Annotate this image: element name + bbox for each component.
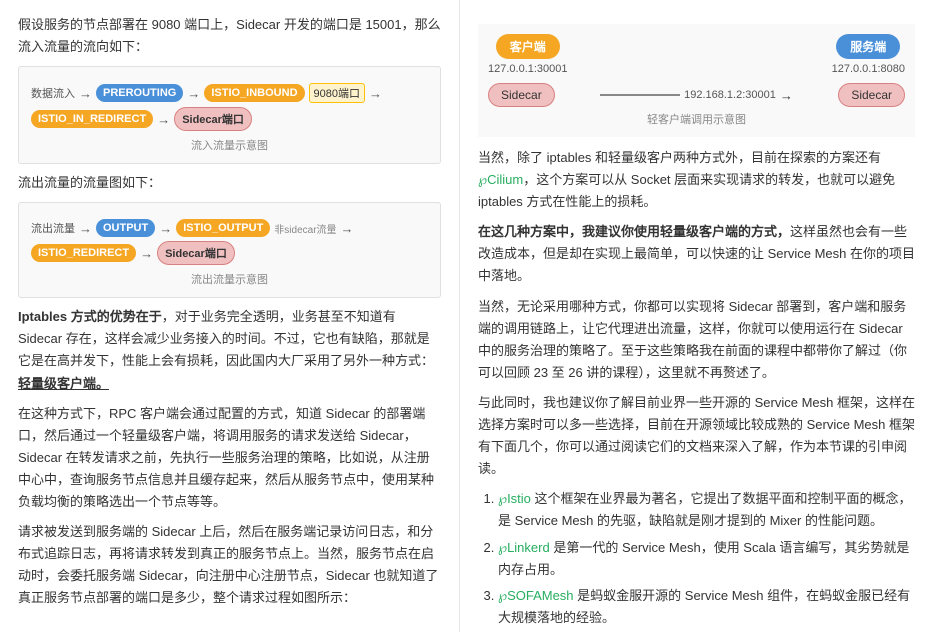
para3: 请求被发送到服务端的 Sidecar 上后，然后在服务端记录访问日志，和分布式追… (18, 521, 441, 609)
list-item-1: ℘Istio 这个框架在业界最为著名，它提出了数据平面和控制平面的概念，是 Se… (498, 488, 915, 532)
istio-inbound-box: ISTIO_INBOUND (204, 84, 304, 102)
left-panel: 假设服务的节点部署在 9080 端口上，Sidecar 开发的端口是 15001… (0, 0, 460, 632)
middle-ip: 192.168.1.2:30001 (684, 89, 776, 101)
intro-text: 假设服务的节点部署在 9080 端口上，Sidecar 开发的端口是 15001… (18, 14, 441, 58)
right-para3: 当然，无论采用哪种方式，你都可以实现将 Sidecar 部署到，客户端和服务端的… (478, 296, 915, 384)
list-item-3: ℘SOFAMesh 是蚂蚁金服开源的 Service Mesh 组件，在蚂蚁金服… (498, 585, 915, 629)
arrow7: → (341, 221, 354, 236)
outflow-diagram: 流出流量 → OUTPUT → ISTIO_OUTPUT 非sidecar流量 … (18, 202, 441, 298)
inflow-diagram: 数据流入 → PREROUTING → ISTIO_INBOUND 9080端口… (18, 66, 441, 164)
outflow-intro: 流出流量的流量图如下： (18, 172, 441, 194)
diagram-caption: 轻客户端调用示意图 (647, 111, 746, 127)
client-ip: 127.0.0.1:30001 (488, 63, 568, 75)
iptables-bold: Iptables 方式的优势在于 (18, 309, 162, 324)
linkerd-desc: 是第一代的 Service Mesh，使用 Scala 语言编写，其劣势就是内存… (498, 540, 909, 577)
server-node: 服务端 (836, 34, 900, 59)
arrow8: → (140, 246, 153, 261)
istio-desc: 这个框架在业界最为著名，它提出了数据平面和控制平面的概念，是 Service M… (498, 491, 912, 528)
prerouting-box: PREROUTING (96, 84, 183, 102)
right-para2-highlight: 在这几种方案中，我建议你使用轻量级客户端的方式，这样虽然也会有一些改造成本，但是… (478, 221, 915, 287)
arrow6: → (159, 221, 172, 236)
right-para4: 与此同时，我也建议你了解目前业界一些开源的 Service Mesh 框架，这样… (478, 392, 915, 480)
sofamesh-link[interactable]: ℘SOFAMesh (498, 588, 574, 603)
lightweight-diagram: 客户端 127.0.0.1:30001 服务端 127.0.0.1:8080 S… (478, 24, 915, 137)
istio-link[interactable]: ℘Istio (498, 491, 531, 506)
inflow-left-label: 数据流入 (31, 85, 75, 101)
highlight-text: 在这几种方案中，我建议你使用轻量级客户端的方式， (478, 224, 790, 239)
right-panel: 客户端 127.0.0.1:30001 服务端 127.0.0.1:8080 S… (460, 0, 933, 632)
outflow-left-label: 流出流量 (31, 220, 75, 236)
non-sidecar-label: 非sidecar流量 (274, 221, 336, 236)
iptables-para: Iptables 方式的优势在于，对于业务完全透明，业务甚至不知道有 Sidec… (18, 306, 441, 394)
arrow5: → (79, 221, 92, 236)
para2: 在这种方式下，RPC 客户端会通过配置的方式，知道 Sidecar 的部署端口，… (18, 403, 441, 513)
istio-in-redirect-box: ISTIO_IN_REDIRECT (31, 110, 153, 128)
sidecar-outport-box: Sidecar端口 (157, 241, 235, 265)
istio-output-box: ISTIO_OUTPUT (176, 219, 270, 237)
sidecar-inport-box: Sidecar端口 (174, 107, 252, 131)
sidecar-right: Sidecar (838, 83, 905, 107)
arrow4: → (157, 112, 170, 127)
client-node: 客户端 (496, 34, 560, 59)
arrow3: → (369, 86, 382, 101)
istio-redirect-box: ISTIO_REDIRECT (31, 244, 136, 262)
list-item-2: ℘Linkerd 是第一代的 Service Mesh，使用 Scala 语言编… (498, 537, 915, 581)
arrow2: → (187, 86, 200, 101)
cilium-link[interactable]: ℘Cilium (478, 172, 523, 187)
framework-list: ℘Istio 这个框架在业界最为著名，它提出了数据平面和控制平面的概念，是 Se… (478, 488, 915, 629)
server-ip: 127.0.0.1:8080 (832, 63, 905, 75)
linkerd-link[interactable]: ℘Linkerd (498, 540, 550, 555)
port-9080-label: 9080端口 (309, 83, 365, 103)
outflow-caption: 流出流量示意图 (31, 271, 428, 287)
sidecar-left: Sidecar (488, 83, 555, 107)
right-para1: 当然，除了 iptables 和轻量级客户两种方式外，目前在探索的方案还有 ℘C… (478, 147, 915, 213)
right-arrow: → (780, 88, 793, 103)
lightweight-label: 轻量级客户端。 (18, 376, 109, 391)
arrow1: → (79, 86, 92, 101)
inflow-caption: 流入流量示意图 (31, 137, 428, 153)
output-box: OUTPUT (96, 219, 155, 237)
